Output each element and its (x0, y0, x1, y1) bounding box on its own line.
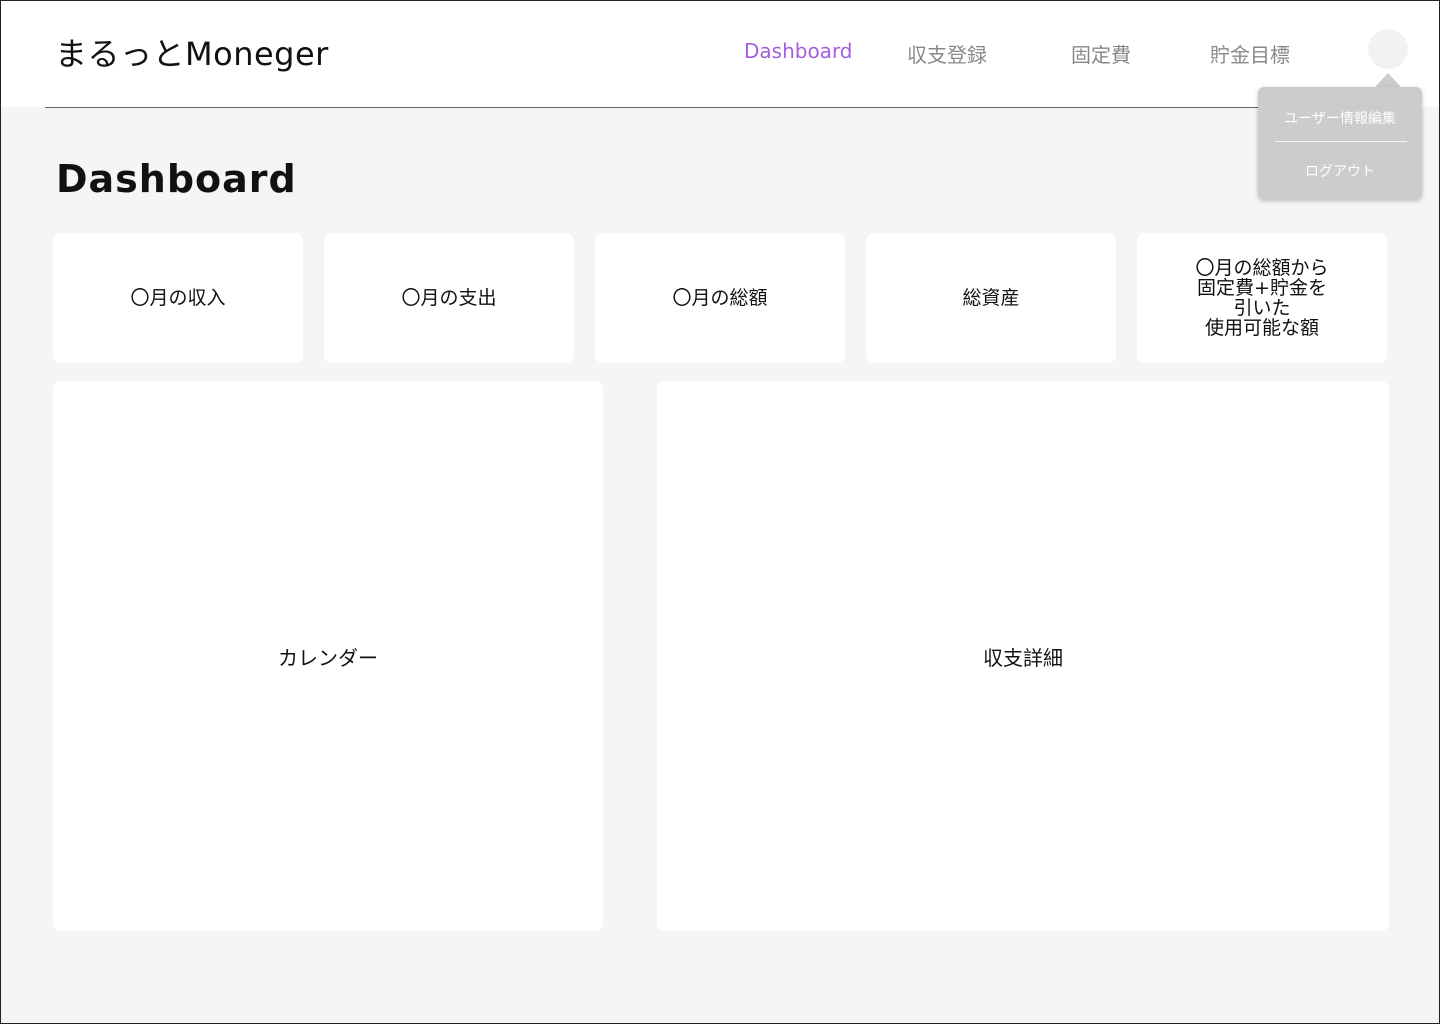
page-title: Dashboard (56, 157, 297, 201)
calendar-label: カレンダー (278, 645, 378, 670)
user-menu-dropdown: ユーザー情報編集 ログアウト (1258, 87, 1422, 199)
nav-income-expense-register[interactable]: 収支登録 (907, 39, 987, 68)
card-monthly-total: 〇月の総額 (595, 233, 845, 363)
card-available-amount: 〇月の総額から 固定費+貯金を 引いた 使用可能な額 (1137, 233, 1387, 363)
nav-savings-goal[interactable]: 貯金目標 (1210, 39, 1290, 68)
header-divider (45, 107, 1391, 108)
calendar-panel: カレンダー (53, 381, 603, 931)
nav-dashboard[interactable]: Dashboard (744, 39, 853, 63)
details-panel: 収支詳細 (657, 381, 1389, 931)
card-label: 総資産 (962, 287, 1020, 309)
dropdown-caret-icon (1375, 73, 1401, 87)
menu-divider (1275, 141, 1407, 142)
menu-item-logout[interactable]: ログアウト (1258, 161, 1422, 181)
card-label: 〇月の総額から 固定費+貯金を 引いた 使用可能な額 (1195, 257, 1329, 339)
card-monthly-income: 〇月の収入 (53, 233, 303, 363)
card-label: 〇月の収入 (130, 287, 226, 309)
details-label: 収支詳細 (983, 645, 1063, 670)
nav-fixed-costs[interactable]: 固定費 (1071, 39, 1131, 68)
menu-item-edit-user[interactable]: ユーザー情報編集 (1258, 108, 1422, 128)
card-total-assets: 総資産 (866, 233, 1116, 363)
header: まるっとMoneger Dashboard 収支登録 固定費 貯金目標 (1, 1, 1439, 107)
brand-logo[interactable]: まるっとMoneger (55, 29, 329, 75)
user-avatar[interactable] (1368, 29, 1408, 69)
card-label: 〇月の総額 (672, 287, 768, 309)
app-frame: まるっとMoneger Dashboard 収支登録 固定費 貯金目標 ユーザー… (0, 0, 1440, 1024)
card-monthly-expense: 〇月の支出 (324, 233, 574, 363)
card-label: 〇月の支出 (401, 287, 497, 309)
